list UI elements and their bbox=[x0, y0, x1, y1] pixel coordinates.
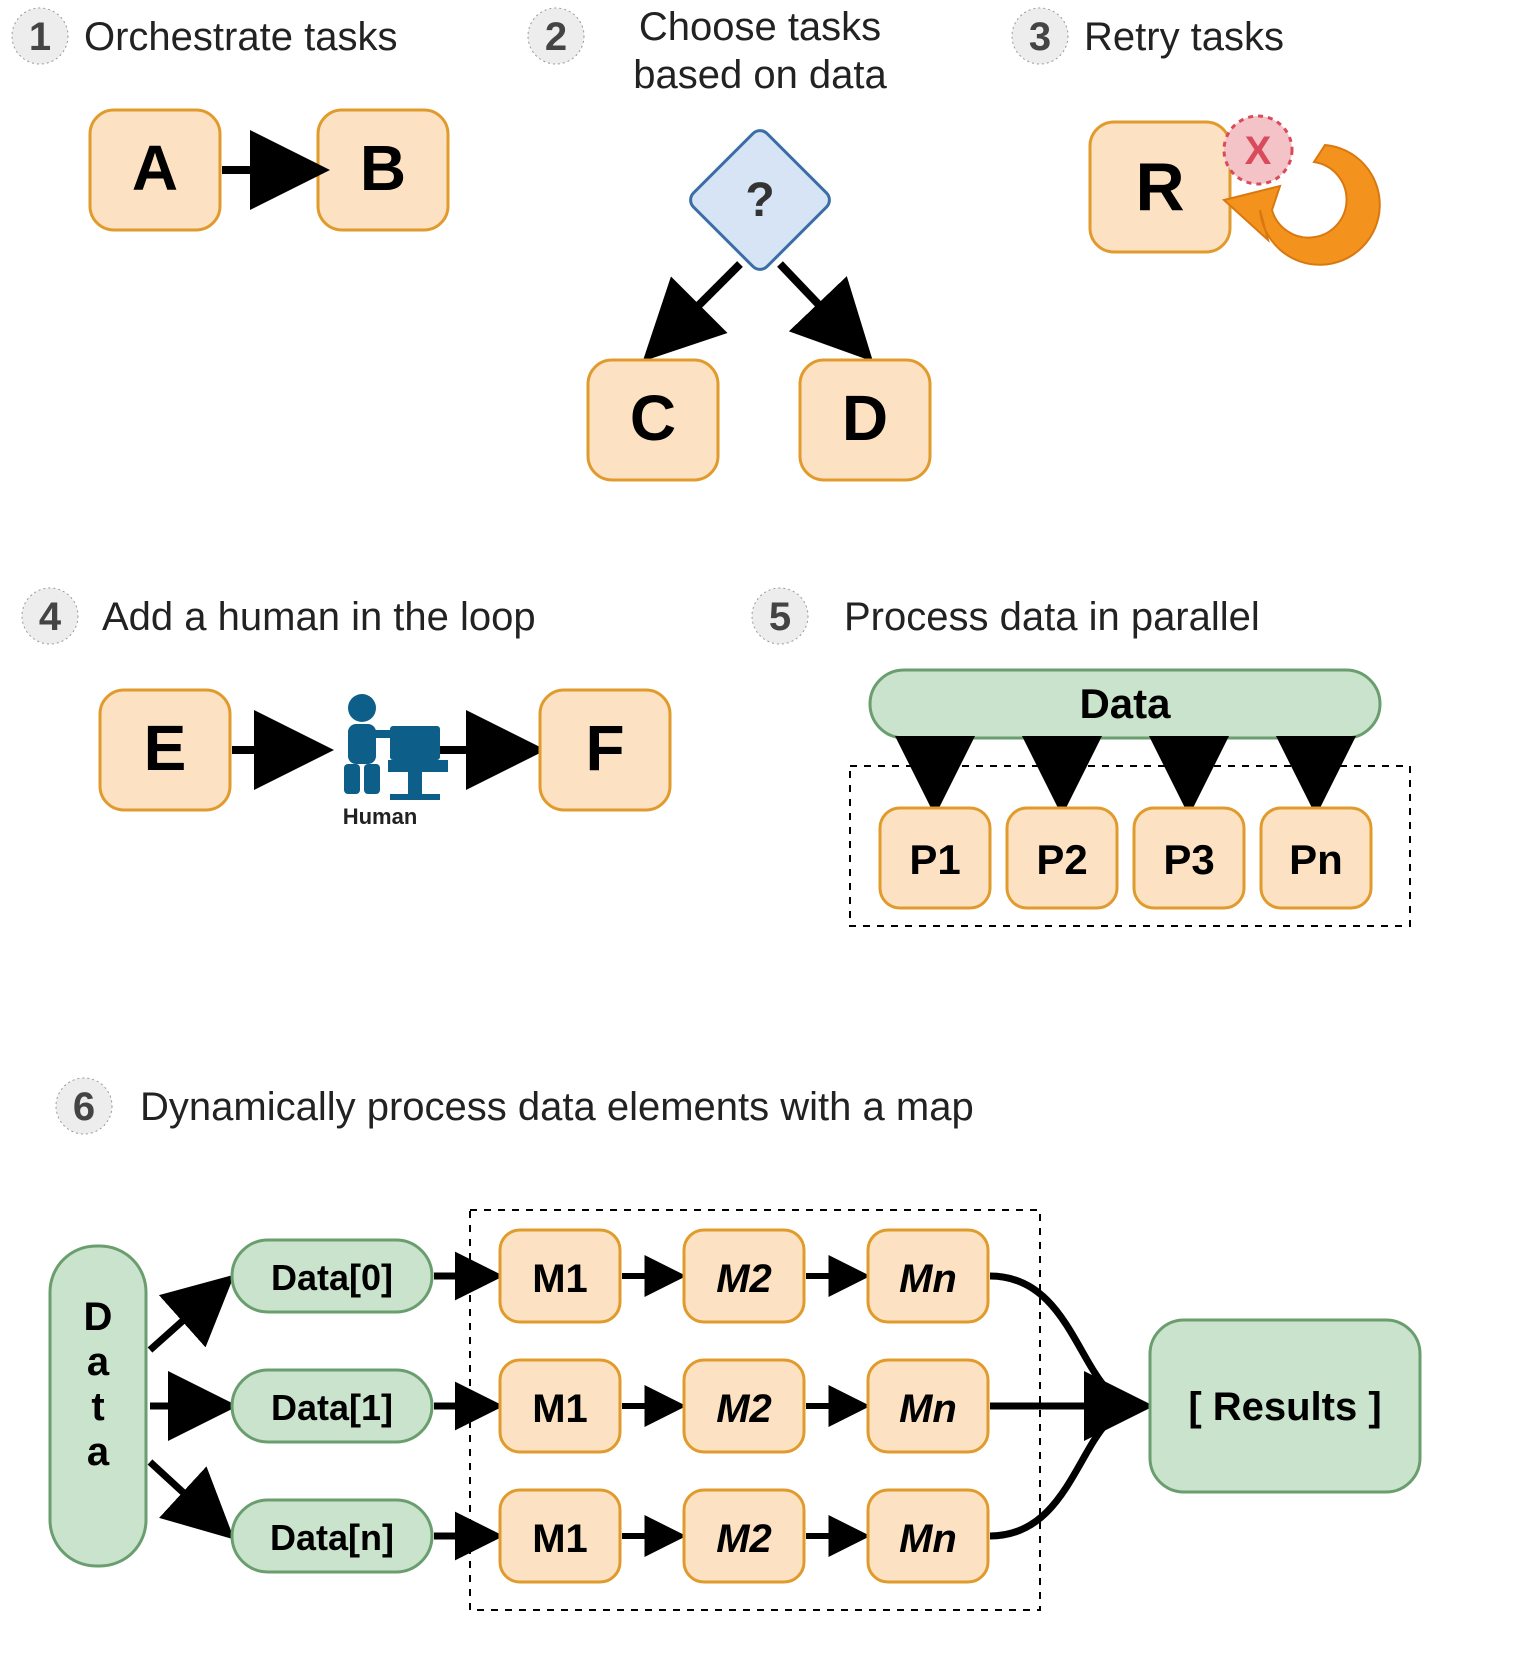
step-badge-2: 2 bbox=[528, 8, 584, 64]
pn-label: Pn bbox=[1289, 836, 1343, 883]
diagram-root: 1 Orchestrate tasks A B 2 Choose tasks b… bbox=[0, 0, 1522, 1654]
decision-label: ? bbox=[745, 174, 774, 227]
step-badge-1: 1 bbox=[12, 8, 68, 64]
svg-text:M2: M2 bbox=[716, 1387, 772, 1431]
step-badge-4: 4 bbox=[22, 588, 78, 644]
arrow-to-d bbox=[780, 264, 862, 350]
task-f-label: F bbox=[585, 712, 624, 784]
svg-text:M2: M2 bbox=[716, 1517, 772, 1561]
p-boxes: P1 P2 P3 Pn bbox=[880, 808, 1371, 908]
panel-4: 4 Add a human in the loop E Human F bbox=[22, 588, 670, 829]
arrow-data-n bbox=[150, 1462, 224, 1530]
results-label: [ Results ] bbox=[1188, 1385, 1381, 1429]
svg-text:M1: M1 bbox=[532, 1257, 588, 1301]
task-d-label: D bbox=[842, 382, 888, 454]
task-r-label: R bbox=[1135, 149, 1184, 225]
p1-label: P1 bbox=[909, 836, 960, 883]
badge-number: 2 bbox=[545, 15, 567, 59]
merge-2 bbox=[990, 1406, 1140, 1536]
panel-5: 5 Process data in parallel Data P1 P2 P3… bbox=[752, 588, 1410, 926]
svg-text:Mn: Mn bbox=[899, 1387, 957, 1431]
step-badge-5: 5 bbox=[752, 588, 808, 644]
data-src-t: t bbox=[91, 1385, 104, 1429]
panel-6-title: Dynamically process data elements with a… bbox=[140, 1085, 974, 1129]
human-label: Human bbox=[343, 804, 418, 829]
panel-6: 6 Dynamically process data elements with… bbox=[50, 1078, 1420, 1610]
panel-2-title-line1: Choose tasks bbox=[639, 5, 881, 49]
panel-1: 1 Orchestrate tasks A B bbox=[12, 8, 448, 230]
panel-1-title: Orchestrate tasks bbox=[84, 15, 397, 59]
panel-2: 2 Choose tasks based on data ? C D bbox=[528, 5, 930, 480]
svg-text:Mn: Mn bbox=[899, 1517, 957, 1561]
data-src-a1: a bbox=[87, 1340, 110, 1384]
panel-5-title: Process data in parallel bbox=[844, 595, 1260, 639]
badge-number: 4 bbox=[39, 595, 62, 639]
badge-number: 3 bbox=[1029, 15, 1051, 59]
arrow-to-c bbox=[654, 264, 740, 350]
error-label: X bbox=[1245, 129, 1272, 173]
svg-text:M1: M1 bbox=[532, 1387, 588, 1431]
arrow-data-0 bbox=[150, 1284, 224, 1350]
data-label: Data bbox=[1079, 680, 1171, 727]
data0-label: Data[0] bbox=[271, 1257, 393, 1298]
task-e-label: E bbox=[144, 712, 187, 784]
map-rows: M1 M2 Mn M1 M2 Mn M1 M2 Mn bbox=[434, 1230, 988, 1582]
data1-label: Data[1] bbox=[271, 1387, 393, 1428]
data-src-d: D bbox=[84, 1295, 113, 1339]
badge-number: 6 bbox=[73, 1085, 95, 1129]
panel-3-title: Retry tasks bbox=[1084, 15, 1284, 59]
step-badge-6: 6 bbox=[56, 1078, 112, 1134]
step-badge-3: 3 bbox=[1012, 8, 1068, 64]
panel-4-title: Add a human in the loop bbox=[102, 595, 536, 639]
svg-text:M2: M2 bbox=[716, 1257, 772, 1301]
p3-label: P3 bbox=[1163, 836, 1214, 883]
badge-number: 1 bbox=[29, 15, 51, 59]
data-src-a2: a bbox=[87, 1430, 110, 1474]
data-pills: Data[0] Data[1] Data[n] bbox=[232, 1240, 432, 1572]
task-c-label: C bbox=[630, 382, 676, 454]
error-badge: X bbox=[1224, 116, 1292, 184]
task-a-label: A bbox=[132, 132, 178, 204]
datan-label: Data[n] bbox=[270, 1517, 394, 1558]
p2-label: P2 bbox=[1036, 836, 1087, 883]
decision-diamond: ? bbox=[686, 126, 833, 273]
svg-text:Mn: Mn bbox=[899, 1257, 957, 1301]
human-icon bbox=[344, 694, 448, 800]
panel-2-title-line2: based on data bbox=[633, 53, 887, 97]
badge-number: 5 bbox=[769, 595, 791, 639]
merge-0 bbox=[990, 1276, 1140, 1406]
panel-3: 3 Retry tasks R X bbox=[1012, 8, 1380, 265]
p-arrows bbox=[935, 740, 1316, 800]
svg-text:M1: M1 bbox=[532, 1517, 588, 1561]
task-b-label: B bbox=[360, 132, 406, 204]
